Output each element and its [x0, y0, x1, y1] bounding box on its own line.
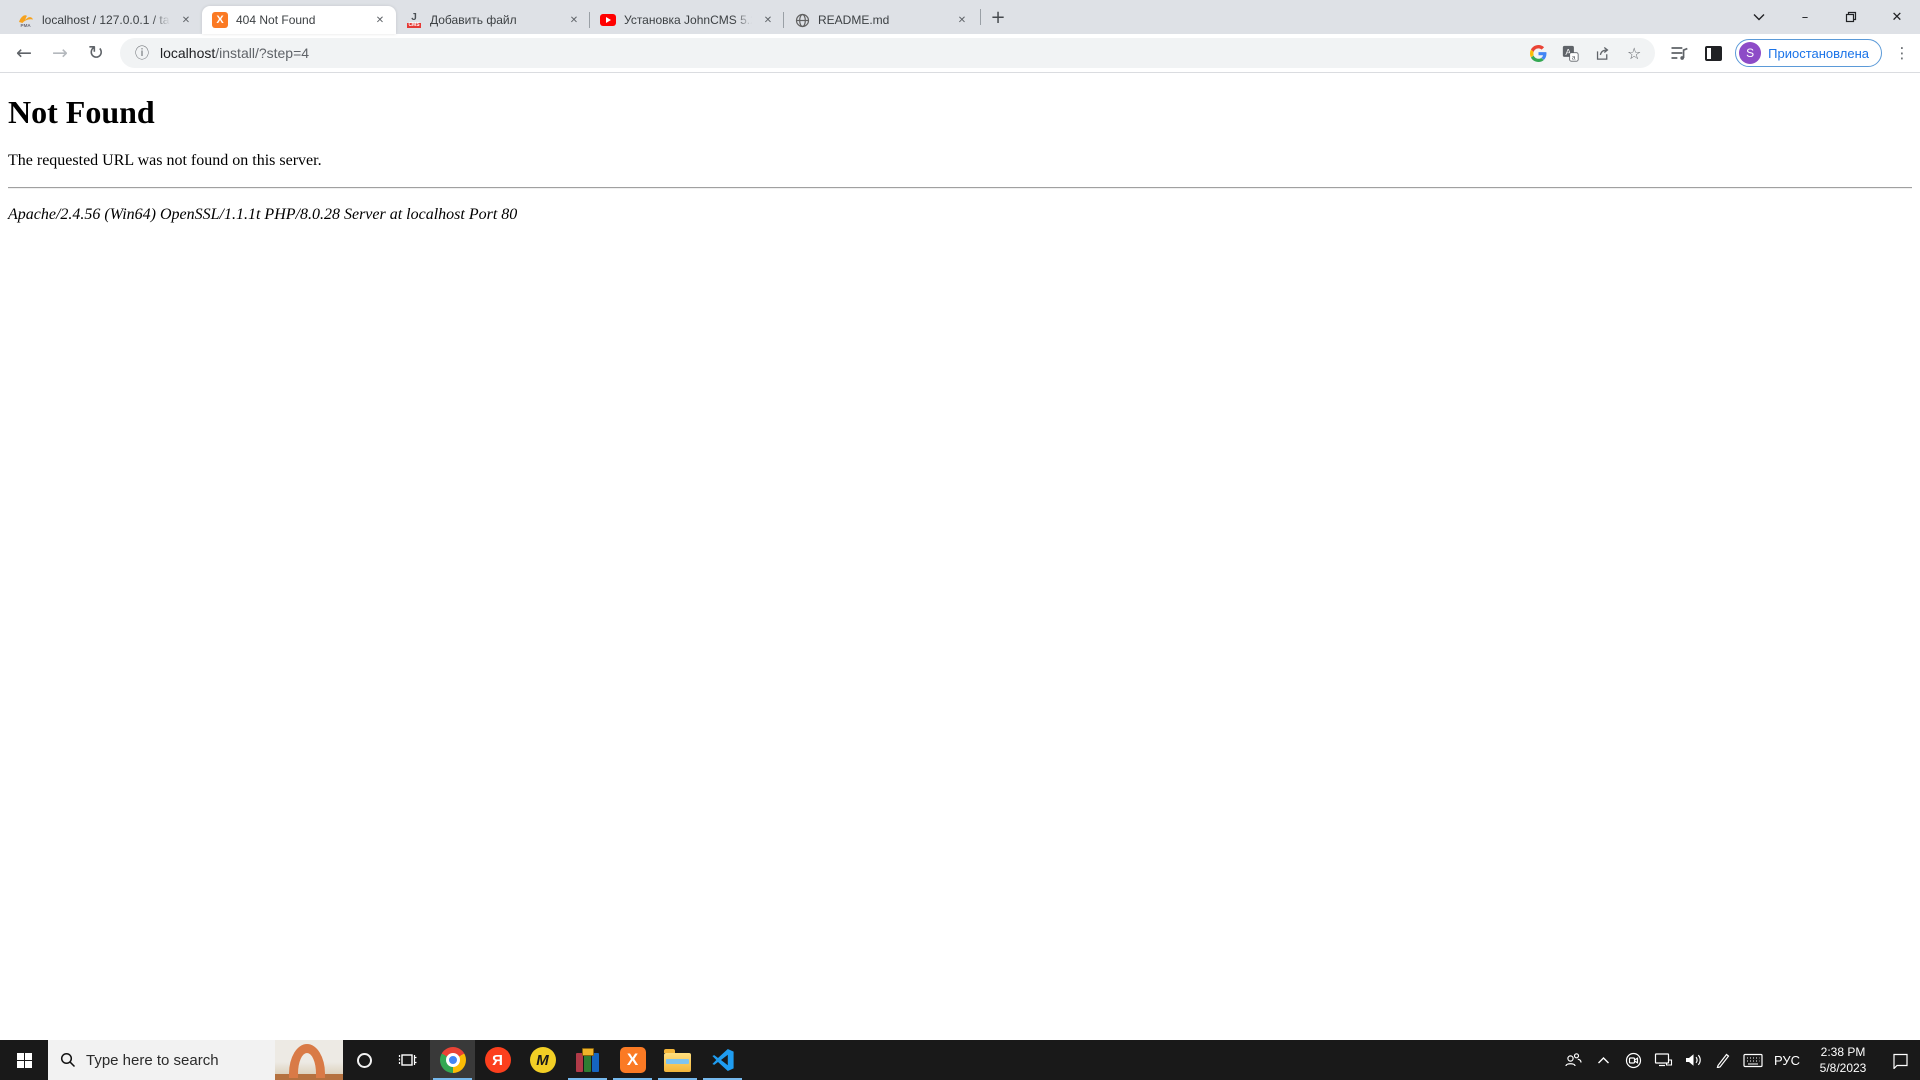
tab-johncms-add-file[interactable]: JCMS Добавить файл ✕ — [396, 6, 590, 34]
taskbar-app-xampp[interactable]: X — [610, 1040, 655, 1080]
toolbar-right: S Приостановлена ⋮ — [1663, 39, 1912, 67]
google-icon[interactable] — [1529, 44, 1547, 62]
translate-icon[interactable]: Aa — [1561, 44, 1579, 62]
pma-logo-text: PMA — [21, 23, 32, 28]
search-icon — [60, 1052, 76, 1068]
tab-phpmyadmin[interactable]: PMA localhost / 127.0.0.1 / takewap | p … — [8, 6, 202, 34]
taskbar-app-yandex-browser[interactable]: Я — [475, 1040, 520, 1080]
windows-logo-icon — [17, 1053, 32, 1068]
winrar-icon — [575, 1048, 601, 1072]
tab-youtube-johncms[interactable]: Установка JohnCMS 5.2.1 - YouT ✕ — [590, 6, 784, 34]
taskbar-apps: Я M X — [385, 1040, 745, 1080]
phpmyadmin-favicon: PMA — [18, 12, 34, 28]
clock-date: 5/8/2023 — [1806, 1060, 1880, 1076]
url-host: localhost — [160, 45, 215, 61]
network-icon[interactable] — [1648, 1040, 1678, 1080]
volume-icon[interactable] — [1678, 1040, 1708, 1080]
svg-text:a: a — [1571, 54, 1575, 61]
url-path: /install/?step=4 — [215, 45, 309, 61]
taskbar-app-mediaget[interactable]: M — [520, 1040, 565, 1080]
site-info-icon[interactable]: ⓘ — [130, 41, 154, 65]
tab-readme[interactable]: README.md ✕ — [784, 6, 978, 34]
mediaget-icon: M — [530, 1047, 556, 1073]
restore-button[interactable] — [1828, 0, 1874, 34]
xampp-favicon: X — [212, 12, 228, 28]
clock[interactable]: 2:38 PM 5/8/2023 — [1806, 1044, 1880, 1076]
taskbar-app-vscode[interactable] — [700, 1040, 745, 1080]
search-highlight-image[interactable] — [275, 1040, 343, 1080]
tab-close-icon[interactable]: ✕ — [954, 12, 970, 28]
taskbar-search-box[interactable]: Type here to search — [48, 1040, 343, 1080]
window-controls: – ✕ — [1736, 0, 1920, 34]
tab-close-icon[interactable]: ✕ — [566, 12, 582, 28]
share-icon[interactable] — [1593, 44, 1611, 62]
chrome-icon — [440, 1047, 466, 1073]
tab-label: README.md — [818, 13, 946, 27]
taskbar-app-winrar[interactable] — [565, 1040, 610, 1080]
vscode-icon — [711, 1048, 735, 1072]
tab-close-icon[interactable]: ✕ — [372, 12, 388, 28]
back-button[interactable]: ← — [8, 37, 40, 69]
system-tray: РУС 2:38 PM 5/8/2023 — [1558, 1040, 1920, 1080]
tab-label: Добавить файл — [430, 13, 558, 27]
windows-taskbar: Type here to search Я M X — [0, 1040, 1920, 1080]
side-panel-icon[interactable] — [1701, 41, 1725, 65]
tab-label: Установка JohnCMS 5.2.1 - YouT — [624, 13, 752, 27]
media-controls-icon[interactable] — [1667, 41, 1691, 65]
xampp-control-icon: X — [620, 1047, 646, 1073]
divider — [8, 187, 1912, 189]
taskbar-app-file-explorer[interactable] — [655, 1040, 700, 1080]
error-message: The requested URL was not found on this … — [8, 152, 1912, 170]
windows-ink-pen-icon[interactable] — [1708, 1040, 1738, 1080]
browser-toolbar: ← → ↻ ⓘ localhost/install/?step=4 Aa ☆ S… — [0, 34, 1920, 73]
url-text[interactable]: localhost/install/?step=4 — [160, 45, 1529, 61]
cortana-icon — [357, 1053, 372, 1068]
reload-button[interactable]: ↻ — [80, 37, 112, 69]
touch-keyboard-icon[interactable] — [1738, 1040, 1768, 1080]
search-tabs-chevron-icon[interactable] — [1736, 0, 1782, 34]
tab-label: 404 Not Found — [236, 13, 364, 27]
meet-now-icon[interactable] — [1618, 1040, 1648, 1080]
minimize-button[interactable]: – — [1782, 0, 1828, 34]
browser-menu-icon[interactable]: ⋮ — [1892, 44, 1912, 62]
page-title: Not Found — [8, 94, 1912, 131]
search-placeholder: Type here to search — [86, 1052, 219, 1069]
address-bar[interactable]: ⓘ localhost/install/?step=4 Aa ☆ — [120, 38, 1655, 68]
close-window-button[interactable]: ✕ — [1874, 0, 1920, 34]
file-explorer-icon — [664, 1053, 691, 1072]
action-center-icon[interactable] — [1880, 1040, 1920, 1080]
new-tab-button[interactable]: + — [984, 3, 1012, 31]
page-content: Not Found The requested URL was not foun… — [0, 73, 1920, 1040]
task-view-icon — [398, 1050, 418, 1070]
hidden-icons-chevron-icon[interactable] — [1588, 1040, 1618, 1080]
omnibox-actions: Aa ☆ — [1529, 44, 1643, 62]
people-icon[interactable] — [1558, 1040, 1588, 1080]
johncms-favicon: JCMS — [406, 12, 422, 28]
task-view-button[interactable] — [385, 1040, 430, 1080]
tab-strip: PMA localhost / 127.0.0.1 / takewap | p … — [0, 0, 1920, 34]
avatar: S — [1739, 42, 1761, 64]
tab-label: localhost / 127.0.0.1 / takewap | p — [42, 13, 170, 27]
start-button[interactable] — [0, 1040, 48, 1080]
tab-404-not-found[interactable]: X 404 Not Found ✕ — [202, 6, 396, 34]
globe-favicon — [794, 12, 810, 28]
cortana-button[interactable] — [343, 1040, 385, 1080]
profile-chip[interactable]: S Приостановлена — [1735, 39, 1882, 67]
taskbar-app-chrome[interactable] — [430, 1040, 475, 1080]
forward-button[interactable]: → — [44, 37, 76, 69]
clock-time: 2:38 PM — [1806, 1044, 1880, 1060]
youtube-favicon — [600, 12, 616, 28]
yandex-browser-icon: Я — [485, 1047, 511, 1073]
server-signature: Apache/2.4.56 (Win64) OpenSSL/1.1.1t PHP… — [8, 206, 1912, 224]
language-indicator[interactable]: РУС — [1768, 1053, 1806, 1068]
tab-close-icon[interactable]: ✕ — [760, 12, 776, 28]
profile-status-label: Приостановлена — [1768, 46, 1869, 61]
bookmark-star-icon[interactable]: ☆ — [1625, 44, 1643, 62]
tab-close-icon[interactable]: ✕ — [178, 12, 194, 28]
